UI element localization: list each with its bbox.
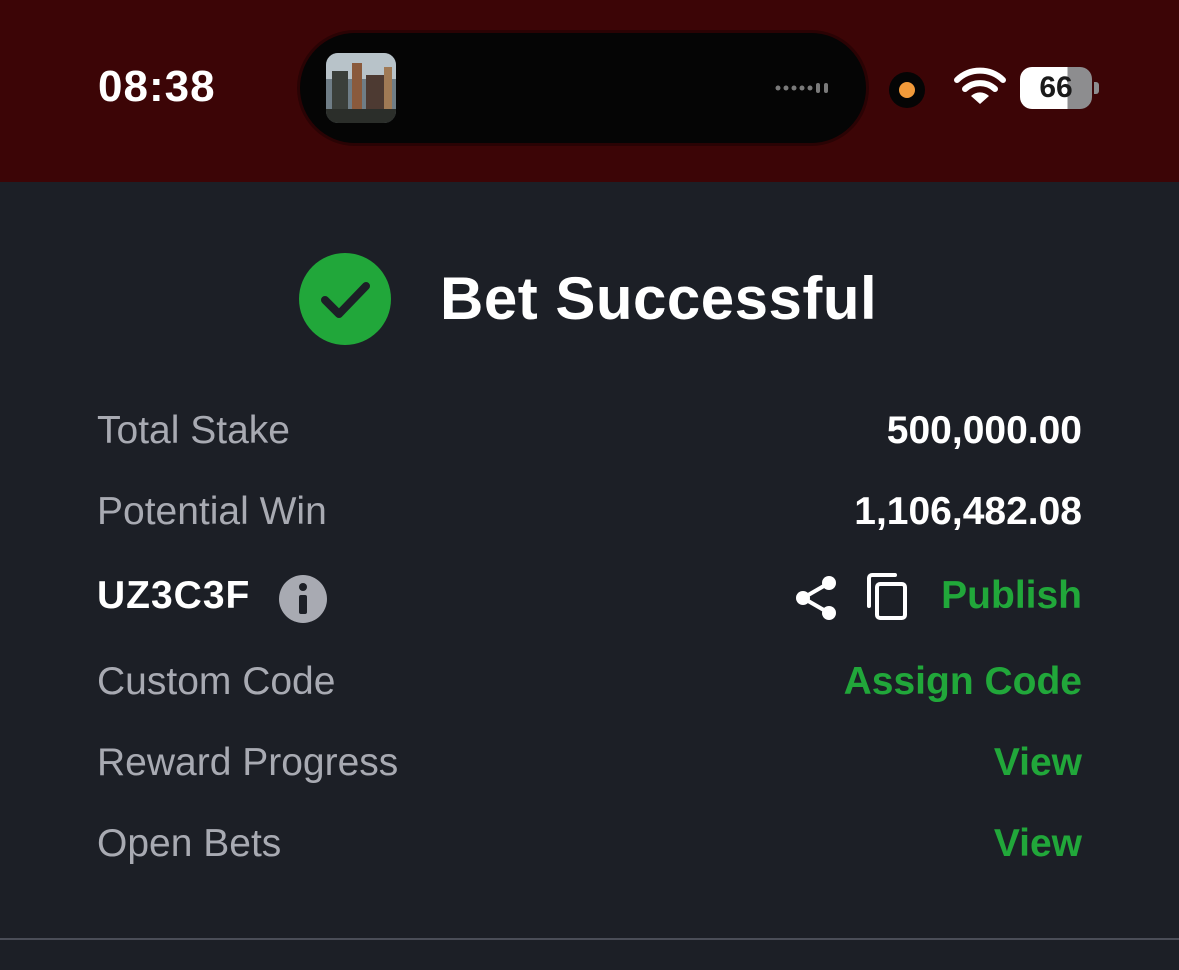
now-playing-thumbnail[interactable] xyxy=(326,53,396,123)
reward-progress-view-button[interactable]: View xyxy=(994,741,1082,785)
battery-terminal xyxy=(1094,82,1099,94)
divider xyxy=(0,938,1179,940)
bet-result-panel: Bet Successful Total Stake 500,000.00 Po… xyxy=(0,182,1179,970)
total-stake-value: 500,000.00 xyxy=(886,409,1082,452)
success-check-icon xyxy=(299,253,391,345)
copy-icon[interactable] xyxy=(863,572,911,622)
share-icon[interactable] xyxy=(793,575,839,621)
privacy-indicator-dot xyxy=(899,82,915,98)
assign-code-button[interactable]: Assign Code xyxy=(844,660,1082,704)
audio-waveform-icon xyxy=(775,83,828,93)
open-bets-view-button[interactable]: View xyxy=(994,822,1082,866)
wifi-icon xyxy=(954,67,1006,104)
dynamic-island[interactable] xyxy=(300,33,866,143)
status-bar: 08:38 66 xyxy=(0,0,1179,182)
battery-icon: 66 xyxy=(1020,67,1092,109)
potential-win-label: Potential Win xyxy=(97,490,327,533)
potential-win-value: 1,106,482.08 xyxy=(854,490,1082,533)
status-time: 08:38 xyxy=(98,62,216,111)
privacy-indicator xyxy=(889,72,925,108)
reward-progress-label: Reward Progress xyxy=(97,741,399,784)
total-stake-label: Total Stake xyxy=(97,409,290,452)
open-bets-label: Open Bets xyxy=(97,822,282,865)
publish-button[interactable]: Publish xyxy=(941,574,1082,618)
page-title: Bet Successful xyxy=(440,265,878,332)
booking-code: UZ3C3F xyxy=(97,574,251,617)
info-icon[interactable] xyxy=(279,575,327,623)
custom-code-label: Custom Code xyxy=(97,660,336,703)
